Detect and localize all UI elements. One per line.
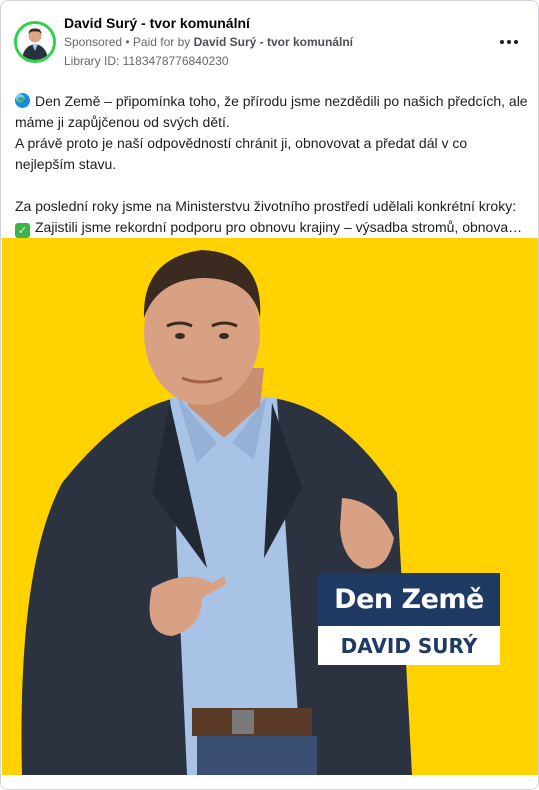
- avatar-person-image: [17, 24, 53, 60]
- more-horizontal-icon: [514, 40, 518, 44]
- check-mark-icon: ✓: [15, 223, 30, 238]
- page-name[interactable]: David Surý - tvor komunální: [64, 15, 250, 31]
- more-options-button[interactable]: [496, 29, 522, 55]
- more-horizontal-icon: [507, 40, 511, 44]
- globe-icon: [15, 93, 30, 108]
- badge-title: Den Země: [318, 573, 500, 626]
- ad-image[interactable]: Den Země DAVID SURÝ: [2, 238, 538, 775]
- card-footer: [1, 776, 538, 789]
- person-photo: [2, 238, 538, 775]
- text-line-2: A právě proto je naší odpovědností chrán…: [15, 135, 468, 172]
- text-line-4-content: Zajistili jsme rekordní podporu pro obno…: [35, 219, 523, 235]
- sponsored-label: Sponsored: [64, 35, 123, 49]
- ad-card: David Surý - tvor komunální Sponsored • …: [0, 0, 539, 790]
- text-line-4[interactable]: ✓ Zajistili jsme rekordní podporu pro obn…: [15, 217, 530, 238]
- badge-name: DAVID SURÝ: [318, 626, 500, 665]
- library-id: Library ID: 1183478776840230: [64, 54, 229, 68]
- post-text: Den Země – připomínka toho, že přírodu j…: [15, 91, 530, 238]
- page-avatar[interactable]: [14, 21, 56, 63]
- post-header: David Surý - tvor komunální Sponsored • …: [1, 1, 538, 75]
- more-horizontal-icon: [500, 40, 504, 44]
- paid-for-prefix: • Paid for by: [125, 35, 191, 49]
- text-line-1-content: Den Země – připomínka toho, že přírodu j…: [15, 93, 528, 130]
- text-line-3: Za poslední roky jsme na Ministerstvu ži…: [15, 198, 517, 214]
- text-line-1: Den Země – připomínka toho, že přírodu j…: [15, 91, 530, 133]
- sponsored-line: Sponsored • Paid for by David Surý - tvo…: [64, 35, 353, 49]
- paid-for-name: David Surý - tvor komunální: [193, 35, 354, 49]
